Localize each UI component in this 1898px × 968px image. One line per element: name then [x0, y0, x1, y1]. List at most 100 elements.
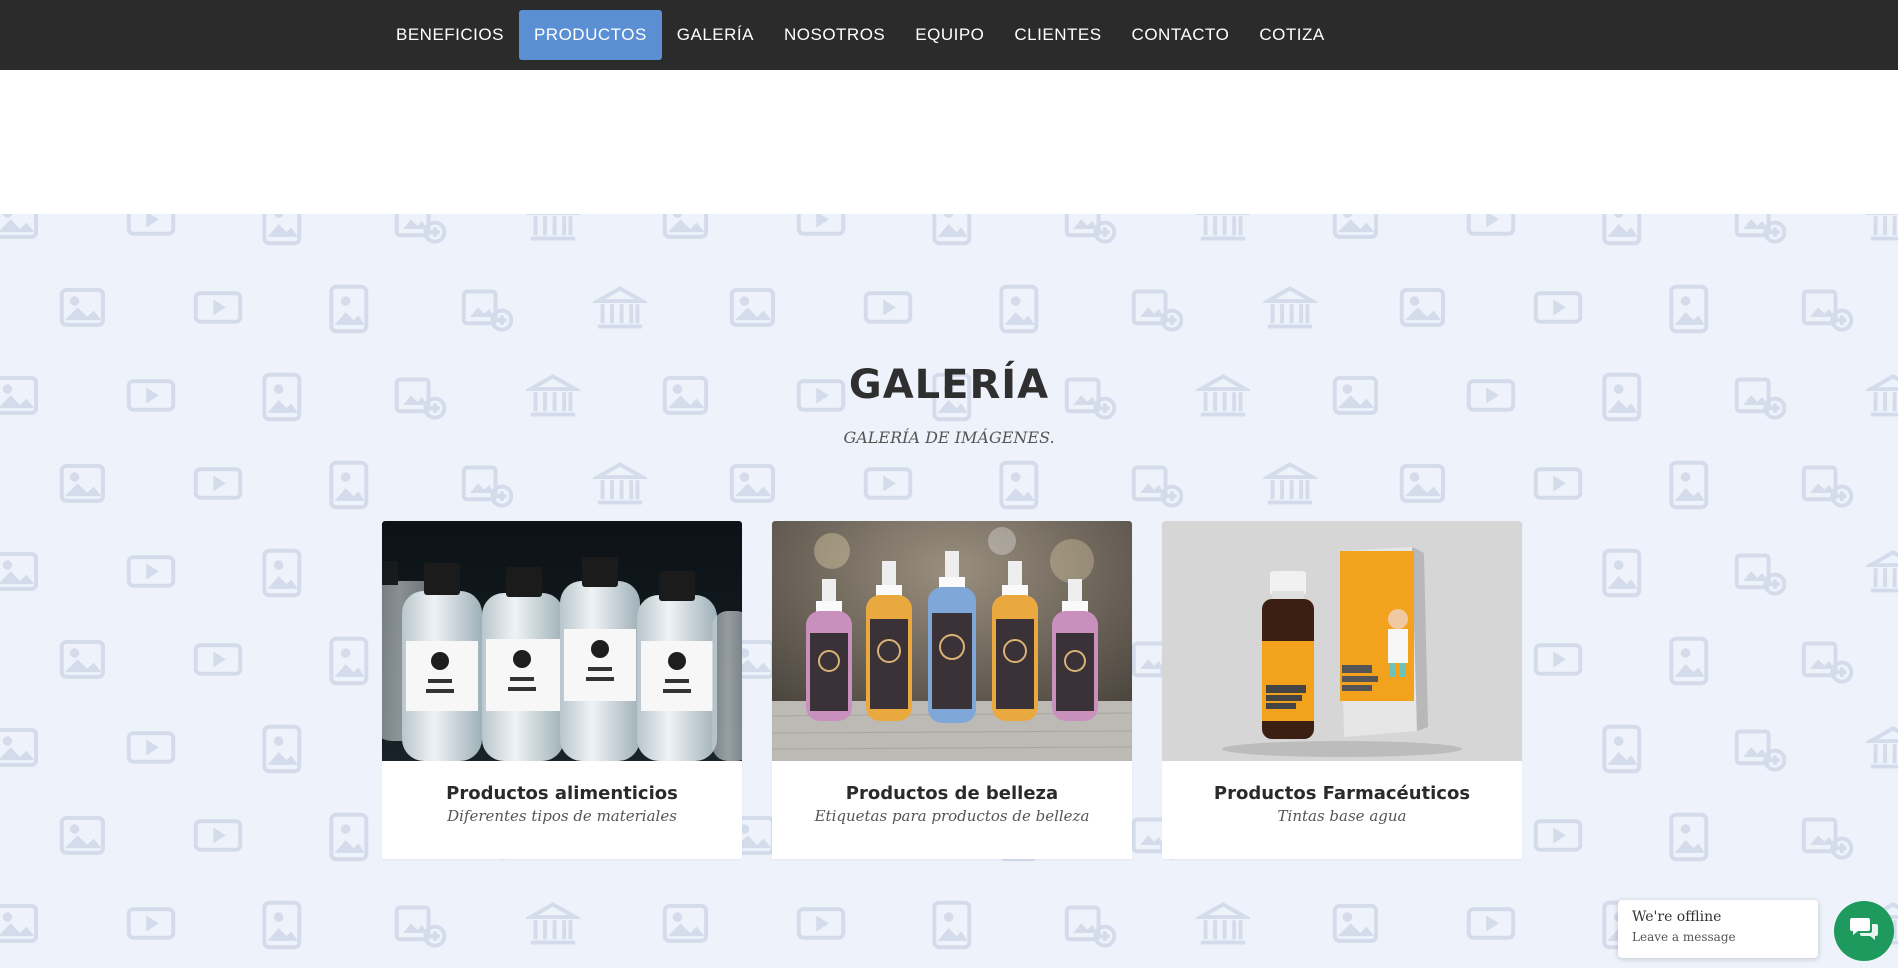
pattern-image-icon — [329, 636, 369, 686]
nav-item-equipo[interactable]: EQUIPO — [900, 10, 999, 60]
pattern-image-icon — [1131, 289, 1183, 332]
nav-menu: BENEFICIOS PRODUCTOS GALERÍA NOSOTROS EQ… — [381, 10, 1340, 60]
pattern-image-icon — [999, 284, 1039, 334]
pattern-image-icon — [394, 905, 446, 948]
pattern-image-icon — [1263, 462, 1317, 505]
pattern-image-icon — [0, 727, 39, 767]
pattern-image-icon — [1466, 214, 1516, 236]
pattern-image-icon — [0, 903, 39, 943]
pattern-image-icon — [126, 555, 176, 588]
pattern-image-icon — [193, 643, 243, 676]
pattern-image-icon — [262, 900, 302, 950]
pattern-image-icon — [193, 291, 243, 324]
pattern-image-icon — [932, 900, 972, 950]
medical-bottle-image[interactable] — [1162, 521, 1522, 761]
gallery-subtitle: GALERÍA DE IMÁGENES. — [843, 428, 1055, 447]
pattern-image-icon — [1399, 463, 1446, 503]
pattern-image-icon — [461, 465, 513, 508]
pattern-image-icon — [526, 214, 580, 241]
pattern-image-icon — [126, 731, 176, 764]
nav-item-nosotros[interactable]: NOSOTROS — [769, 10, 900, 60]
nav-item-cotiza[interactable]: COTIZA — [1244, 10, 1339, 60]
pattern-image-icon — [662, 903, 709, 943]
pattern-image-icon — [262, 548, 302, 598]
pattern-image-icon — [593, 462, 647, 505]
pattern-image-icon — [662, 214, 709, 239]
pattern-image-icon — [729, 287, 776, 327]
pattern-image-icon — [1533, 819, 1583, 852]
pattern-image-icon — [126, 214, 176, 236]
pattern-image-icon — [59, 815, 106, 855]
pattern-image-icon — [1533, 643, 1583, 676]
pattern-image-icon — [394, 214, 446, 244]
gallery-section: GALERÍA GALERÍA DE IMÁGENES. Productos a… — [0, 214, 1898, 968]
pattern-image-icon — [1533, 291, 1583, 324]
pattern-image-icon — [126, 907, 176, 940]
nav-item-contacto[interactable]: CONTACTO — [1117, 10, 1245, 60]
pattern-image-icon — [262, 724, 302, 774]
pattern-image-icon — [1602, 724, 1642, 774]
pattern-image-icon — [1466, 907, 1516, 940]
pattern-image-icon — [1669, 636, 1709, 686]
card-subtitle: Tintas base agua — [1277, 807, 1407, 825]
pattern-image-icon — [1263, 286, 1317, 329]
pattern-image-icon — [1801, 641, 1853, 684]
pattern-image-icon — [1866, 726, 1898, 769]
pattern-image-icon — [999, 460, 1039, 510]
pattern-image-icon — [1734, 553, 1786, 596]
card-title: Productos Farmacéuticos — [1213, 783, 1471, 804]
water-bottles-image[interactable] — [382, 521, 742, 761]
chat-offline-panel[interactable]: We're offline Leave a message — [1618, 900, 1818, 958]
gallery-card-farmaceuticos[interactable]: Productos Farmacéuticos Tintas base agua — [1162, 521, 1522, 859]
pattern-image-icon — [1801, 817, 1853, 860]
pattern-image-icon — [59, 463, 106, 503]
nav-item-productos[interactable]: PRODUCTOS — [518, 10, 662, 60]
nav-item-beneficios[interactable]: BENEFICIOS — [381, 10, 519, 60]
card-title: Productos alimenticios — [446, 783, 678, 804]
pattern-image-icon — [1866, 550, 1898, 593]
pattern-image-icon — [1669, 812, 1709, 862]
pattern-image-icon — [1064, 905, 1116, 948]
pattern-image-icon — [1801, 289, 1853, 332]
nav-item-galeria[interactable]: GALERÍA — [662, 10, 769, 60]
pattern-image-icon — [329, 284, 369, 334]
card-subtitle: Diferentes tipos de materiales — [447, 807, 677, 825]
pattern-image-icon — [1602, 548, 1642, 598]
pattern-image-icon — [1196, 214, 1250, 241]
pattern-image-icon — [863, 467, 913, 500]
pattern-image-icon — [1669, 284, 1709, 334]
pattern-image-icon — [1064, 214, 1116, 244]
chat-bubbles-icon — [1849, 916, 1879, 947]
pattern-image-icon — [796, 907, 846, 940]
chat-leave-message-text[interactable]: Leave a message — [1632, 930, 1804, 944]
pattern-image-icon — [1533, 467, 1583, 500]
nav-item-clientes[interactable]: CLIENTES — [999, 10, 1116, 60]
pattern-image-icon — [193, 467, 243, 500]
gallery-card-belleza[interactable]: Productos de belleza Etiquetas para prod… — [772, 521, 1132, 859]
pattern-image-icon — [59, 639, 106, 679]
pattern-image-icon — [262, 214, 302, 246]
pattern-image-icon — [1332, 903, 1379, 943]
gallery-card-alimenticios[interactable]: Productos alimenticios Diferentes tipos … — [382, 521, 742, 859]
pattern-image-icon — [1734, 729, 1786, 772]
pattern-image-icon — [329, 812, 369, 862]
card-title: Productos de belleza — [845, 783, 1059, 804]
pattern-image-icon — [593, 286, 647, 329]
pattern-image-icon — [1734, 214, 1786, 244]
pattern-image-icon — [1196, 902, 1250, 945]
pattern-image-icon — [461, 289, 513, 332]
top-navbar: BENEFICIOS PRODUCTOS GALERÍA NOSOTROS EQ… — [0, 0, 1898, 70]
pattern-image-icon — [1866, 214, 1898, 241]
pattern-image-icon — [796, 214, 846, 236]
pattern-image-icon — [863, 291, 913, 324]
pattern-image-icon — [193, 819, 243, 852]
pattern-image-icon — [59, 287, 106, 327]
pattern-image-icon — [1602, 214, 1642, 246]
chat-launcher-button[interactable] — [1834, 901, 1894, 961]
pattern-image-icon — [0, 551, 39, 591]
spray-bottles-image[interactable] — [772, 521, 1132, 761]
gallery-title: GALERÍA — [848, 362, 1050, 408]
pattern-image-icon — [1332, 214, 1379, 239]
pattern-image-icon — [932, 214, 972, 246]
pattern-image-icon — [1399, 287, 1446, 327]
